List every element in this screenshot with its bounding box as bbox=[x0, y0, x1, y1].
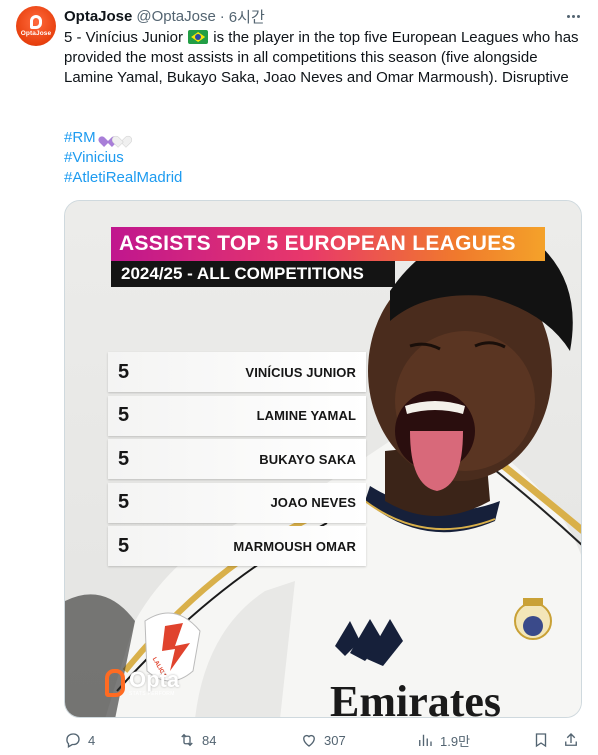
assists-value: 5 bbox=[118, 360, 130, 383]
author-handle[interactable]: @OptaJose bbox=[136, 8, 215, 25]
share-icon bbox=[565, 733, 577, 746]
tweet-header: OptaJose @OptaJose · 6시간 bbox=[64, 6, 265, 26]
reply-count: 4 bbox=[88, 732, 96, 748]
hashtag-atleti[interactable]: #AtletiRealMadrid bbox=[64, 168, 182, 188]
assists-value: 5 bbox=[118, 447, 130, 470]
hashtag-vinicius[interactable]: #Vinicius bbox=[64, 148, 182, 168]
retweet-icon bbox=[181, 733, 193, 747]
player-name: MARMOUSH OMAR bbox=[233, 538, 356, 554]
retweet-button[interactable]: 84 bbox=[178, 728, 216, 752]
tweet-time[interactable]: 6시간 bbox=[229, 6, 265, 27]
player-name: VINÍCIUS JUNIOR bbox=[245, 364, 356, 380]
author-name[interactable]: OptaJose bbox=[64, 8, 132, 25]
tweet-text: 5 - Vinícius Junior is the player in the… bbox=[64, 28, 584, 88]
retweet-count: 84 bbox=[202, 732, 217, 748]
player-name: BUKAYO SAKA bbox=[259, 451, 356, 467]
graphic-subtitle: 2024/25 - ALL COMPETITIONS bbox=[111, 261, 395, 287]
like-button[interactable]: 307 bbox=[300, 728, 346, 752]
avatar-label: OptaJose bbox=[20, 30, 52, 37]
table-row: 5 VINÍCIUS JUNIOR bbox=[108, 352, 366, 392]
opta-brand-name: Opta bbox=[129, 667, 180, 692]
separator-dot: · bbox=[219, 7, 225, 25]
table-row: 5 BUKAYO SAKA bbox=[108, 439, 366, 479]
views-button[interactable]: 1.9만 bbox=[416, 728, 470, 752]
reply-button[interactable]: 4 bbox=[64, 728, 95, 752]
opta-mark-icon bbox=[105, 669, 125, 697]
table-row: 5 LAMINE YAMAL bbox=[108, 395, 366, 436]
like-count: 307 bbox=[324, 732, 346, 748]
views-count: 1.9만 bbox=[440, 733, 471, 749]
white-heart-icon bbox=[116, 132, 128, 143]
shirt-sponsor-text: Emirates bbox=[330, 677, 501, 718]
assists-value: 5 bbox=[118, 534, 130, 557]
graphic-title: ASSISTS TOP 5 EUROPEAN LEAGUES bbox=[111, 227, 545, 261]
opta-wordmark: Opta STATS PERFORM bbox=[129, 669, 179, 697]
author-avatar[interactable]: OptaJose bbox=[16, 6, 56, 46]
table-row: 5 MARMOUSH OMAR bbox=[108, 526, 366, 566]
tweet-text-start: 5 - Vinícius Junior bbox=[64, 29, 183, 46]
assists-value: 5 bbox=[118, 491, 130, 513]
opta-brand-logo: Opta STATS PERFORM bbox=[105, 669, 179, 697]
tweet: OptaJose OptaJose @OptaJose · 6시간 5 - Vi… bbox=[0, 0, 598, 755]
tweet-actions: 4 84 307 1.9만 bbox=[64, 728, 584, 752]
more-icon[interactable] bbox=[562, 6, 584, 26]
bookmark-icon bbox=[535, 733, 547, 748]
table-row: 5 JOAO NEVES bbox=[108, 482, 366, 523]
views-icon bbox=[419, 734, 432, 746]
opta-brand-sub: STATS PERFORM bbox=[129, 691, 175, 697]
hashtag-list: #RM #Vinicius #AtletiRealMadrid bbox=[64, 128, 182, 188]
player-name: JOAO NEVES bbox=[270, 495, 356, 510]
opta-logo-icon bbox=[30, 15, 42, 29]
assists-table: 5 VINÍCIUS JUNIOR 5 LAMINE YAMAL 5 BUKAY… bbox=[108, 352, 368, 570]
reply-icon bbox=[66, 733, 80, 748]
like-icon bbox=[303, 734, 315, 747]
hashtag-rm-line: #RM bbox=[64, 128, 182, 148]
hashtag-rm[interactable]: #RM bbox=[64, 129, 96, 146]
bookmark-button[interactable] bbox=[532, 728, 550, 752]
brazil-flag-icon bbox=[188, 30, 209, 44]
share-button[interactable] bbox=[562, 728, 580, 752]
assists-value: 5 bbox=[118, 404, 130, 426]
player-name: LAMINE YAMAL bbox=[256, 408, 356, 423]
tweet-media-image[interactable]: LALIGA Emirates ASSISTS TOP 5 EUROPEAN L… bbox=[64, 200, 582, 718]
